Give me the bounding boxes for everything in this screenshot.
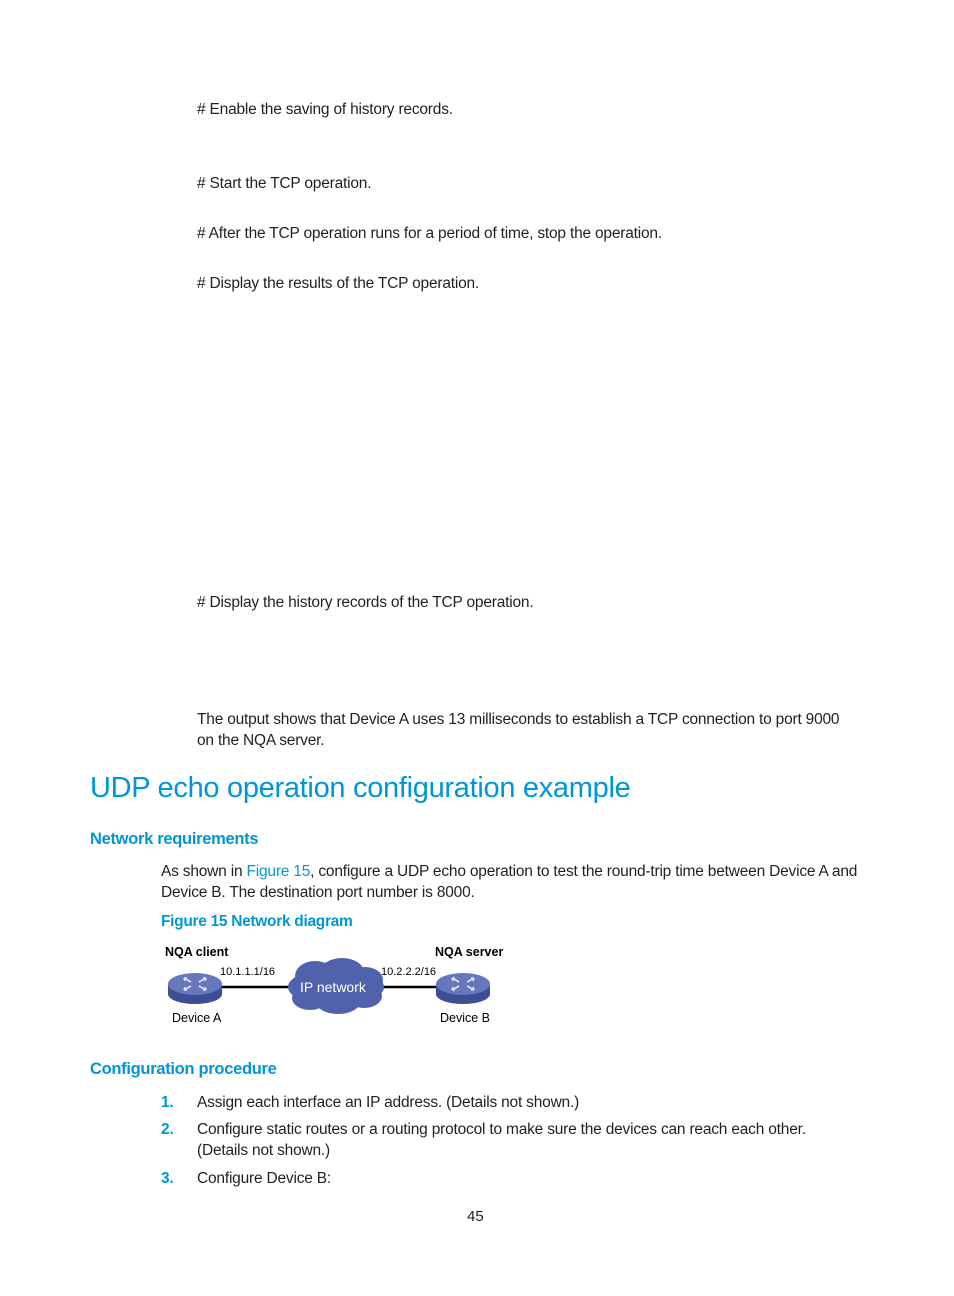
summary-line-2: on the NQA server. <box>197 732 325 749</box>
cloud-label: IP network <box>300 979 366 995</box>
device-a-label: Device A <box>172 1011 222 1025</box>
step-text-continued: (Details not shown.) <box>197 1142 330 1159</box>
step-start-tcp: # Start the TCP operation. <box>197 175 372 192</box>
requirements-text-before: As shown in <box>161 863 247 880</box>
device-b-label: Device B <box>440 1011 491 1025</box>
step-display-history: # Display the history records of the TCP… <box>197 594 534 611</box>
step-enable-history: # Enable the saving of history records. <box>197 101 453 118</box>
figure-15-link[interactable]: Figure 15 <box>246 863 310 880</box>
step-display-results: # Display the results of the TCP operati… <box>197 275 480 292</box>
page-number: 45 <box>467 1208 484 1225</box>
network-requirements-paragraph: As shown in Figure 15, configure a UDP e… <box>161 861 881 903</box>
requirements-line-2: Device B. The destination port number is… <box>161 884 475 901</box>
step-number: 3. <box>161 1170 174 1187</box>
step-number: 2. <box>161 1121 174 1138</box>
network-diagram: NQA client NQA server 10.1.1.1/16 10.2.2… <box>160 940 520 1035</box>
step-number: 1. <box>161 1094 174 1111</box>
procedure-step-2: 2. Configure static routes or a routing … <box>161 1119 881 1161</box>
step-text: Configure static routes or a routing pro… <box>197 1121 806 1138</box>
step-text: Assign each interface an IP address. (De… <box>197 1094 580 1111</box>
router-icon-device-b <box>436 973 490 1004</box>
requirements-text-after: , configure a UDP echo operation to test… <box>310 863 858 880</box>
network-requirements-heading: Network requirements <box>90 830 259 848</box>
step-stop-tcp: # After the TCP operation runs for a per… <box>197 225 662 242</box>
section-title: UDP echo operation configuration example <box>90 772 631 804</box>
summary-line-1: The output shows that Device A uses 13 m… <box>197 711 840 728</box>
step-text: Configure Device B: <box>197 1170 332 1187</box>
router-icon-device-a <box>168 973 222 1004</box>
configuration-procedure-heading: Configuration procedure <box>90 1060 277 1078</box>
summary-paragraph: The output shows that Device A uses 13 m… <box>197 709 877 751</box>
figure-caption: Figure 15 Network diagram <box>161 913 353 930</box>
